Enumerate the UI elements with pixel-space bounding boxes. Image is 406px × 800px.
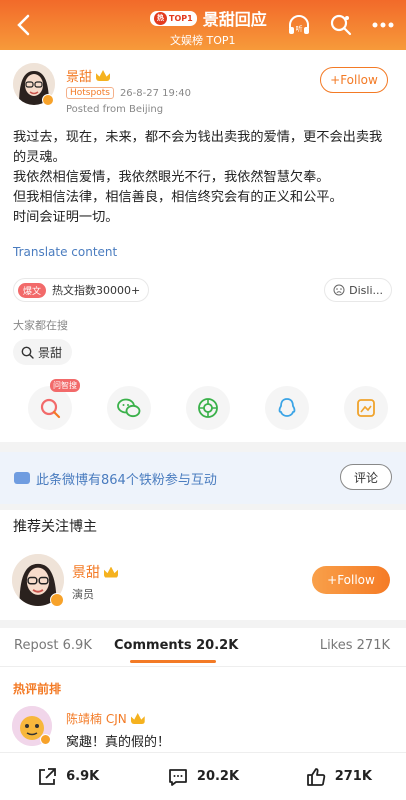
repost-icon xyxy=(39,767,57,785)
search-suggestion[interactable]: 景甜 xyxy=(13,339,73,365)
translate-link[interactable]: Translate content xyxy=(13,245,117,259)
comment-icon xyxy=(169,768,187,786)
post-meta: Hotspots 26-8-27 19:40 xyxy=(66,87,191,99)
tab-repost[interactable]: Repost 6.9K xyxy=(14,638,92,653)
recommend-name[interactable]: 景甜 xyxy=(72,562,118,582)
qq-icon xyxy=(278,398,296,417)
top-nav-bar: 热 TOP1 景甜回应 文娱榜 TOP1 听 xyxy=(0,0,406,50)
section-divider xyxy=(0,620,406,628)
search-icon xyxy=(330,14,352,36)
qq-share[interactable] xyxy=(265,386,309,430)
crown-icon xyxy=(104,566,118,578)
wechat-share[interactable] xyxy=(107,386,151,430)
recommend-title: 推荐关注博主 xyxy=(13,519,97,535)
comment-button[interactable]: 20.2K xyxy=(135,753,270,800)
headphones-icon: 听 xyxy=(289,15,309,34)
search-icon xyxy=(21,346,34,359)
save-image-share[interactable] xyxy=(344,386,388,430)
post-content: 我过去，现在，未来，都不会为钱出卖我的爱情，更不会出卖我的灵魂。 我依然相信爱情… xyxy=(13,130,383,225)
hot-comments-title: 热评前排 xyxy=(13,682,62,696)
active-tab-indicator xyxy=(130,660,216,663)
hotspots-tag[interactable]: Hotspots xyxy=(66,87,114,99)
ai-search-icon xyxy=(40,398,61,419)
recommend-desc: 演员 xyxy=(72,588,94,601)
verified-badge xyxy=(40,734,51,745)
more-dots-icon xyxy=(372,22,394,28)
sad-face-icon xyxy=(333,284,345,296)
moments-icon xyxy=(198,398,218,418)
banner-comment-button[interactable]: 评论 xyxy=(340,464,392,490)
crown-icon xyxy=(130,713,145,724)
back-arrow-icon xyxy=(17,14,30,36)
top1-badge: 热 TOP1 xyxy=(150,10,197,26)
ai-search-share[interactable]: 问智搜 xyxy=(28,379,80,430)
fan-icon xyxy=(14,472,30,484)
wechat-icon xyxy=(117,398,141,418)
dislike-button[interactable]: Disli... xyxy=(324,278,392,302)
share-row: 问智搜 xyxy=(28,379,388,430)
svg-text:听: 听 xyxy=(296,24,303,33)
thumbs-up-icon xyxy=(306,767,325,786)
tabs-divider xyxy=(0,666,406,667)
hot-index-pill[interactable]: 爆文 热文指数30000+ xyxy=(13,278,150,302)
post-timestamp: 26-8-27 19:40 xyxy=(119,87,191,99)
back-button[interactable] xyxy=(8,8,38,42)
verified-badge xyxy=(50,593,64,607)
author-name[interactable]: 景甜 xyxy=(66,66,111,85)
moments-share[interactable] xyxy=(186,386,230,430)
commenter-name[interactable]: 陈靖楠 CJN xyxy=(66,710,145,727)
image-download-icon xyxy=(357,399,375,417)
crown-icon xyxy=(96,70,111,81)
ask-badge: 问智搜 xyxy=(50,379,80,392)
post-location: Posted from Beijing xyxy=(66,104,164,115)
hot-icon: 热 xyxy=(154,11,167,25)
topic-title-block: 热 TOP1 景甜回应 文娱榜 TOP1 xyxy=(150,6,300,48)
bottom-action-bar: 6.9K 20.2K 271K xyxy=(0,752,406,800)
like-button[interactable]: 271K xyxy=(271,753,406,800)
fan-interaction-text: 此条微博有864个铁粉参与互动 xyxy=(36,473,217,488)
section-divider xyxy=(0,442,406,452)
section-divider xyxy=(0,504,406,510)
search-section-label: 大家都在搜 xyxy=(13,319,68,332)
verified-badge xyxy=(42,94,54,106)
listen-button[interactable]: 听 xyxy=(286,12,312,38)
follow-button[interactable]: +Follow xyxy=(320,67,388,93)
recommend-follow-button[interactable]: +Follow xyxy=(312,566,390,594)
tab-likes[interactable]: Likes 271K xyxy=(320,638,390,653)
page-title: 景甜回应 xyxy=(202,10,267,29)
hot-post-badge: 爆文 xyxy=(18,282,47,298)
tab-comments[interactable]: Comments 20.2K xyxy=(114,638,238,653)
page-subtitle: 文娱榜 TOP1 xyxy=(170,34,236,47)
repost-button[interactable]: 6.9K xyxy=(0,753,135,800)
search-button[interactable] xyxy=(328,12,354,38)
comment-text: 窝趣！真的假的！ xyxy=(66,735,171,750)
more-button[interactable] xyxy=(370,12,396,38)
